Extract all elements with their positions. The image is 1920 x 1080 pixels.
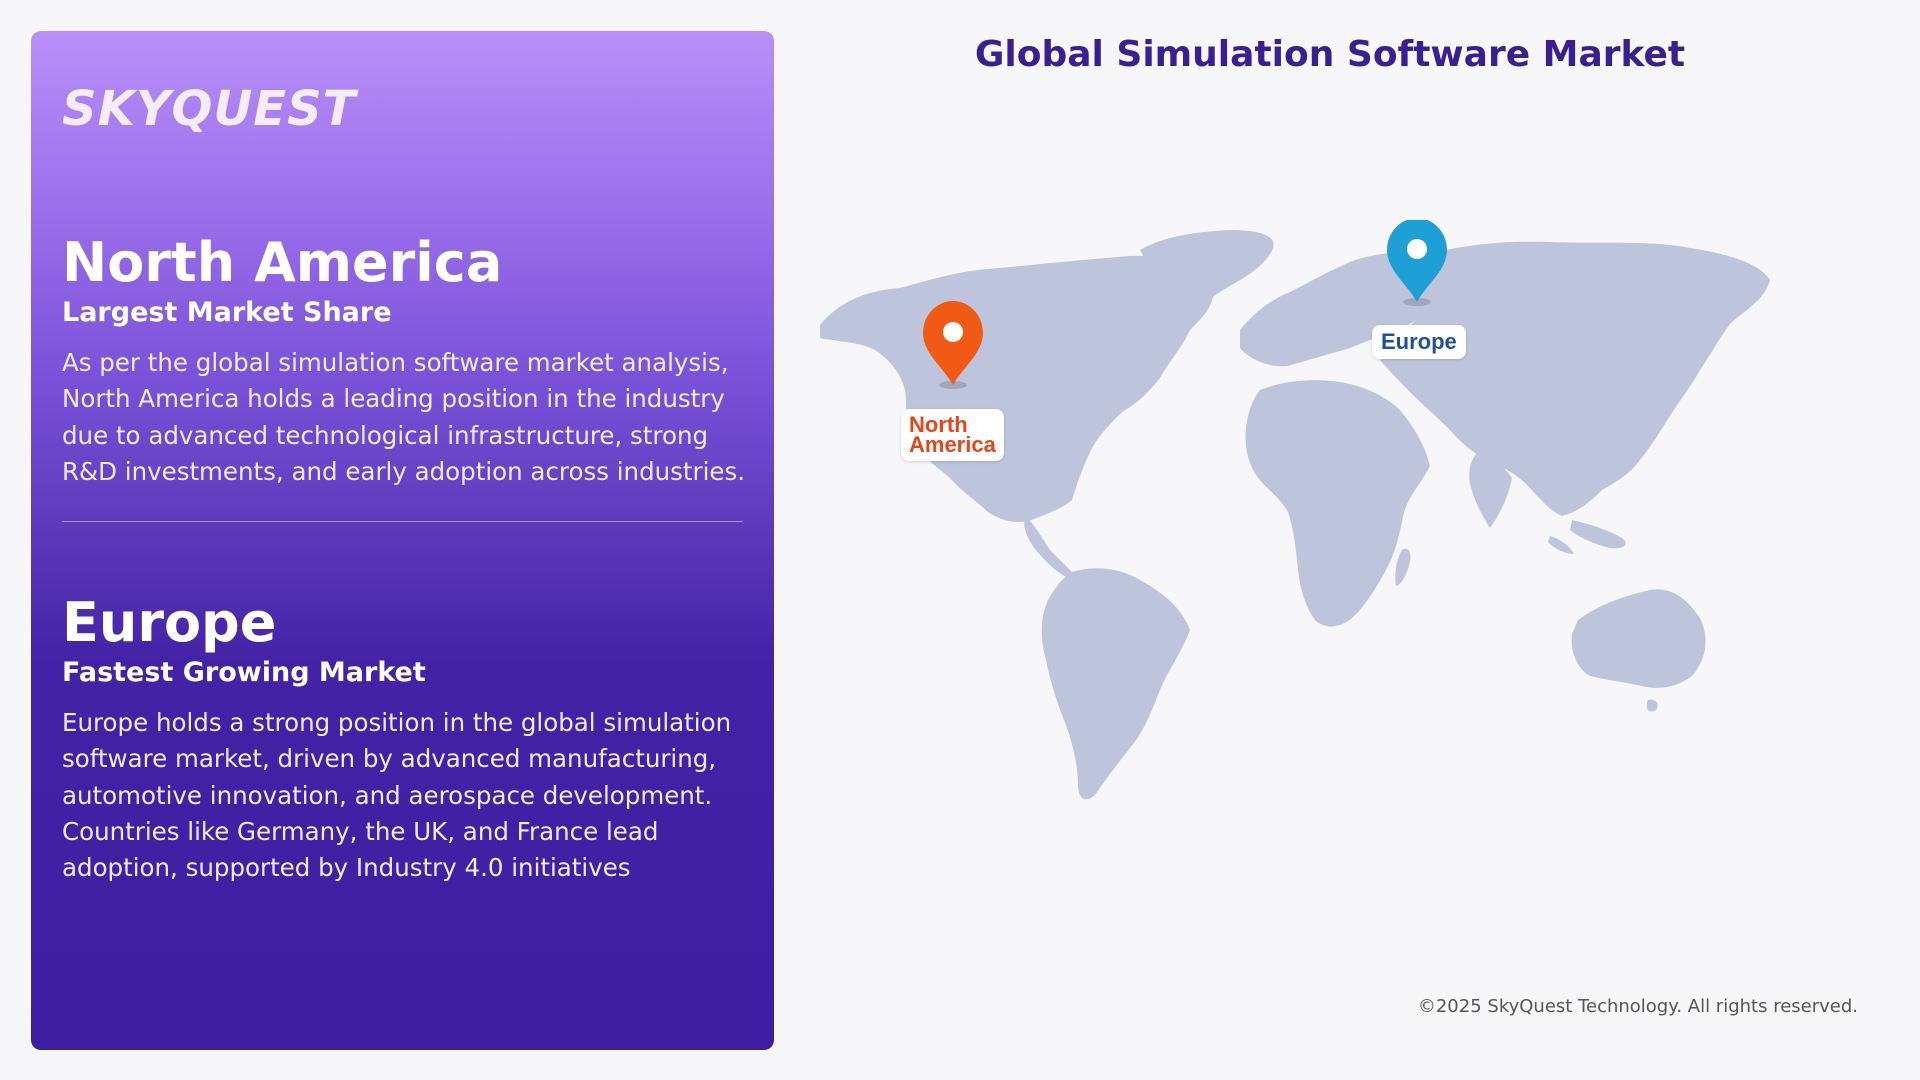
southeast-asia-islands — [1548, 520, 1626, 554]
region-description-europe: Europe holds a strong position in the gl… — [62, 708, 732, 883]
region-title-north-america: North America — [62, 231, 503, 294]
world-map — [820, 220, 1770, 800]
region-tag-north-america: Largest Market Share — [62, 297, 392, 328]
pin-label-north-america: North America — [901, 409, 1004, 461]
copyright-footer: ©2025 SkyQuest Technology. All rights re… — [1417, 996, 1858, 1017]
madagascar — [1395, 548, 1411, 586]
page-title: Global Simulation Software Market — [974, 34, 1686, 75]
central-america — [1024, 516, 1072, 578]
continent-north-america — [820, 255, 1214, 523]
continent-south-america — [1041, 568, 1190, 800]
section-divider — [62, 521, 743, 522]
continent-asia — [1380, 241, 1770, 516]
pin-label-europe: Europe — [1372, 325, 1466, 359]
pin-dot — [943, 322, 963, 342]
pin-dot — [1407, 239, 1427, 259]
continent-australia — [1571, 589, 1706, 688]
region-tag-europe: Fastest Growing Market — [62, 657, 426, 688]
info-panel: SKYQUEST North America Largest Market Sh… — [31, 31, 774, 1050]
region-title-europe: Europe — [62, 591, 277, 654]
skyquest-logo: SKYQUEST — [62, 81, 357, 137]
region-description-north-america: As per the global simulation software ma… — [62, 348, 746, 486]
page: SKYQUEST North America Largest Market Sh… — [0, 0, 1920, 1080]
tasmania — [1646, 699, 1658, 712]
continent-africa — [1245, 380, 1430, 627]
pin-label-line2: America — [909, 432, 996, 457]
